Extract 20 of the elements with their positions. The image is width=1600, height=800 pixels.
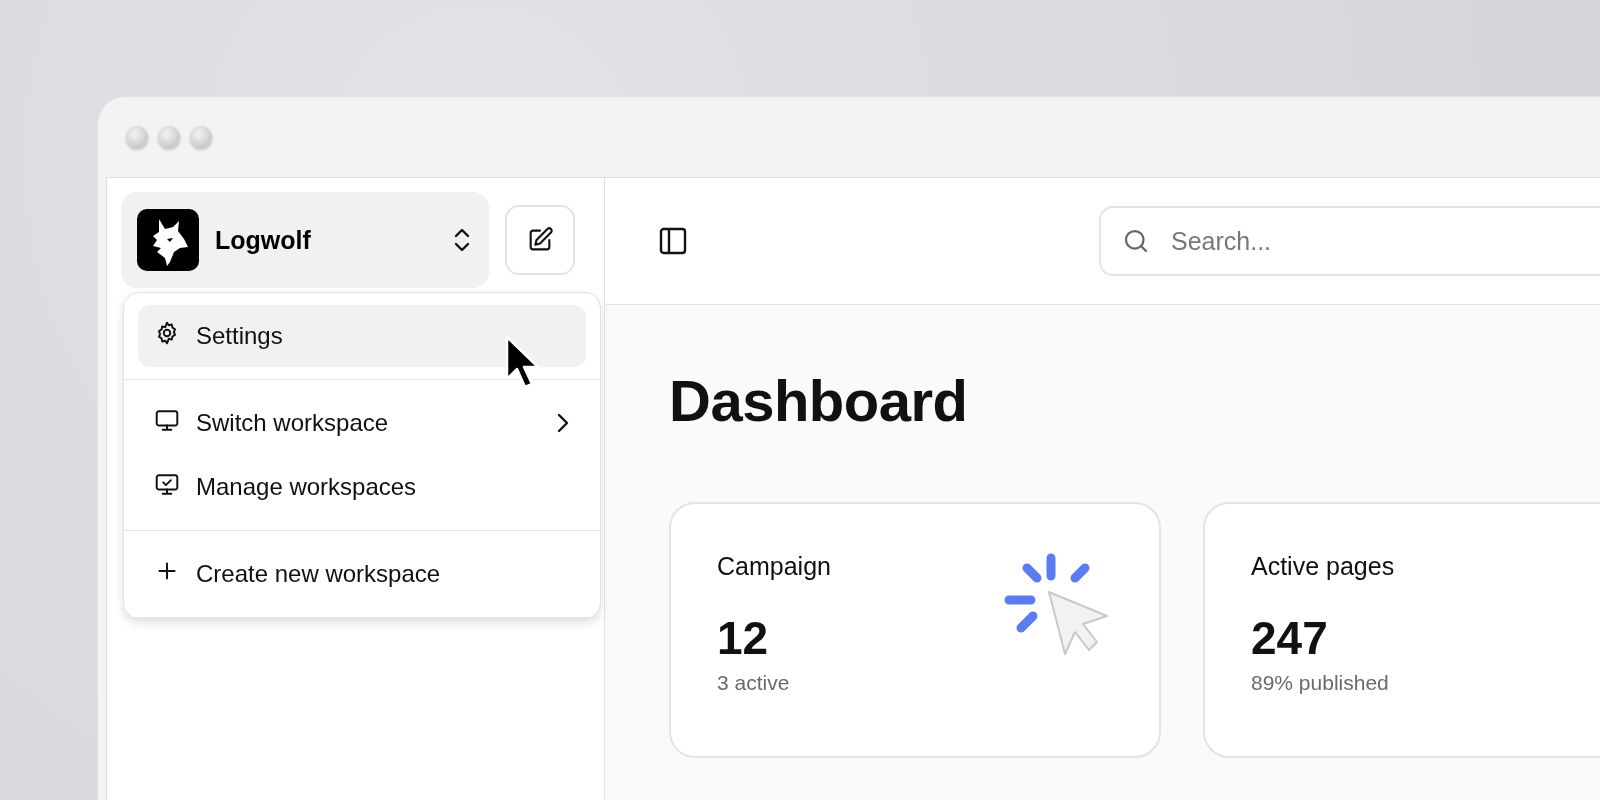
card-label: Active pages (1251, 552, 1396, 581)
cursor-click-icon (1003, 552, 1111, 656)
page-title: Dashboard (669, 367, 969, 434)
card-subtext: 3 active (717, 671, 791, 695)
card-label: Campaign (717, 552, 832, 581)
sidebar-toggle-icon[interactable] (657, 225, 689, 257)
menu-item[interactable]: Manage workspaces (138, 456, 586, 518)
card-subtext: 89% published (1251, 671, 1390, 695)
window-control-icon[interactable] (190, 126, 212, 148)
menu-item[interactable]: Switch workspace (138, 392, 586, 454)
card-value: 12 (717, 611, 770, 665)
card-value: 247 (1251, 611, 1329, 665)
wolf-logo-icon (137, 209, 199, 271)
workspace-switcher[interactable]: Logwolf (121, 192, 489, 288)
menu-item[interactable]: Settings (138, 305, 586, 367)
window-control-icon[interactable] (158, 126, 180, 148)
edit-button[interactable] (505, 205, 575, 275)
menu-item[interactable]: Create new workspace (138, 543, 586, 605)
search-field[interactable]: Search... (1099, 206, 1600, 276)
window-control-icon[interactable] (126, 126, 148, 148)
